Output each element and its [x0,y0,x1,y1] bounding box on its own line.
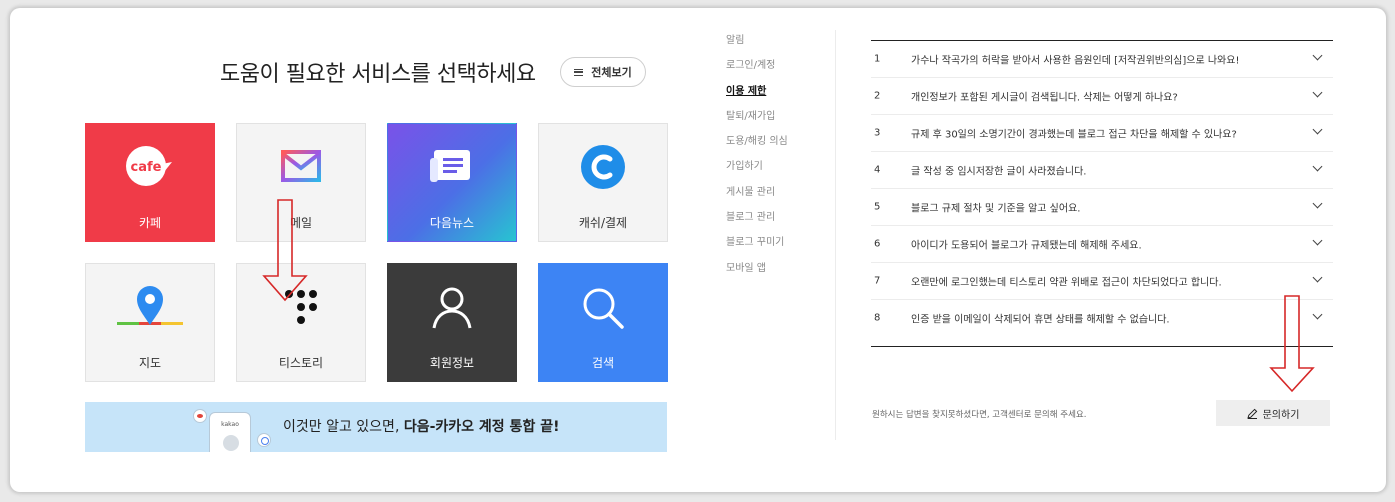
inquiry-label: 문의하기 [1262,409,1300,421]
annotation-arrow-down-icon [1269,295,1315,393]
menu-item[interactable]: 알림 [726,34,788,59]
phone-kakao-label: kakao [221,421,239,428]
faq-row[interactable]: 3 규제 후 30일의 소명기간이 경과했는데 블로그 접근 차단을 해제할 수 … [871,115,1333,152]
faq-question: 규제 후 30일의 소명기간이 경과했는데 블로그 접근 차단을 해제할 수 있… [911,129,1237,141]
faq-question: 가수나 작곡가의 허락을 받아서 사용한 음원인데 [저작권위반의심]으로 나와… [911,55,1240,67]
faq-question: 글 작성 중 임시저장한 글이 사라졌습니다. [911,166,1087,178]
banner-text-plain: 이것만 알고 있으면, [283,419,404,435]
service-label-member: 회원정보 [429,356,475,370]
faq-row[interactable]: 2 개인정보가 포함된 게시글이 검색됩니다. 삭제는 어떻게 하나요? [871,78,1333,115]
service-tile-cash[interactable]: 캐쉬/결제 [538,123,668,242]
user-icon [432,287,472,329]
faq-number: 3 [874,127,881,139]
news-icon [430,150,470,182]
avatar-icon [223,435,239,451]
pencil-icon [1246,408,1257,419]
service-tile-cafe[interactable]: cafe 카페 [85,123,215,242]
view-all-label: 전체보기 [591,66,632,79]
column-divider [835,30,836,440]
faq-row[interactable]: 4 글 작성 중 임시저장한 글이 사라졌습니다. [871,152,1333,189]
chat-bubble-icon [193,409,207,423]
inquiry-button[interactable]: 문의하기 [1216,400,1330,426]
menu-item[interactable]: 블로그 관리 [726,211,788,236]
menu-item[interactable]: 모바일 앱 [726,262,788,287]
menu-item[interactable]: 로그인/계정 [726,59,788,84]
hamburger-icon [574,68,584,76]
daum-logo-icon [257,433,271,447]
faq-list: 1 가수나 작곡가의 허락을 받아서 사용한 음원인데 [저작권위반의심]으로 나… [871,40,1333,347]
chevron-down-icon[interactable] [1312,198,1323,209]
faq-question: 오랜만에 로그인했는데 티스토리 약관 위배로 접근이 차단되었다고 합니다. [911,277,1222,289]
chevron-down-icon[interactable] [1312,50,1323,61]
annotation-arrow-down-icon [262,199,308,302]
category-menu: 알림 로그인/계정 이용 제한 탈퇴/재가입 도용/해킹 의심 가입하기 게시물… [726,34,788,287]
service-tile-news[interactable]: 다음뉴스 [387,123,517,242]
map-pin-icon [117,286,183,325]
browser-frame: 도움이 필요한 서비스를 선택하세요 전체보기 cafe 카페 메일 다음뉴스 … [10,8,1386,492]
faq-number: 7 [874,275,881,287]
page-title: 도움이 필요한 서비스를 선택하세요 [220,62,536,87]
service-label-cafe: 카페 [138,216,162,230]
chevron-down-icon[interactable] [1312,124,1323,135]
menu-item-active[interactable]: 이용 제한 [726,85,788,110]
phone-illustration: kakao [209,412,251,452]
cash-icon [581,145,625,189]
faq-number: 1 [874,53,881,65]
mail-icon [281,150,321,182]
view-all-button[interactable]: 전체보기 [560,57,646,87]
faq-row[interactable]: 6 아이디가 도용되어 블로그가 규제됐는데 해제해 주세요. [871,226,1333,263]
faq-row[interactable]: 1 가수나 작곡가의 허락을 받아서 사용한 음원인데 [저작권위반의심]으로 나… [871,41,1333,78]
faq-question: 블로그 규제 절차 및 기준을 알고 싶어요. [911,203,1081,215]
service-label-news: 다음뉴스 [429,216,475,230]
faq-number: 5 [874,201,881,213]
menu-item[interactable]: 가입하기 [726,160,788,185]
menu-item[interactable]: 탈퇴/재가입 [726,110,788,135]
chevron-down-icon[interactable] [1312,272,1323,283]
help-notice: 원하시는 답변을 찾지못하셨다면, 고객센터로 문의해 주세요. [872,410,1087,420]
faq-question: 인증 받을 이메일이 삭제되어 휴면 상태를 해제할 수 없습니다. [911,314,1170,326]
menu-item[interactable]: 게시물 관리 [726,186,788,211]
search-icon [583,288,624,329]
faq-question: 개인정보가 포함된 게시글이 검색됩니다. 삭제는 어떻게 하나요? [911,92,1178,104]
service-label-tistory: 티스토리 [278,356,324,370]
cafe-icon-text: cafe [131,160,162,175]
chevron-down-icon[interactable] [1312,235,1323,246]
chevron-down-icon[interactable] [1312,161,1323,172]
service-label-cash: 캐쉬/결제 [578,216,628,230]
service-tile-search[interactable]: 검색 [538,263,668,382]
faq-number: 6 [874,238,881,250]
service-tile-map[interactable]: 지도 [85,263,215,382]
faq-row[interactable]: 8 인증 받을 이메일이 삭제되어 휴면 상태를 해제할 수 없습니다. [871,300,1333,346]
faq-number: 4 [874,164,881,176]
faq-row[interactable]: 5 블로그 규제 절차 및 기준을 알고 싶어요. [871,189,1333,226]
chevron-down-icon[interactable] [1312,87,1323,98]
cafe-icon: cafe [126,146,172,186]
faq-number: 2 [874,90,881,102]
faq-row[interactable]: 7 오랜만에 로그인했는데 티스토리 약관 위배로 접근이 차단되었다고 합니다. [871,263,1333,300]
menu-item[interactable]: 블로그 꾸미기 [726,236,788,261]
service-label-map: 지도 [138,356,162,370]
service-label-search: 검색 [591,356,615,370]
banner-text-bold: 다음-카카오 계정 통합 끝! [403,419,560,435]
faq-question: 아이디가 도용되어 블로그가 규제됐는데 해제해 주세요. [911,240,1142,252]
menu-item[interactable]: 도용/해킹 의심 [726,135,788,160]
service-tile-member[interactable]: 회원정보 [387,263,517,382]
service-grid: cafe 카페 메일 다음뉴스 캐쉬/결제 지도 티스토리 회원정보 검색 [85,123,668,382]
banner-text: 이것만 알고 있으면, 다음-카카오 계정 통합 끝! [283,416,559,436]
account-merge-banner[interactable]: kakao 이것만 알고 있으면, 다음-카카오 계정 통합 끝! [85,402,667,452]
faq-number: 8 [874,312,881,324]
